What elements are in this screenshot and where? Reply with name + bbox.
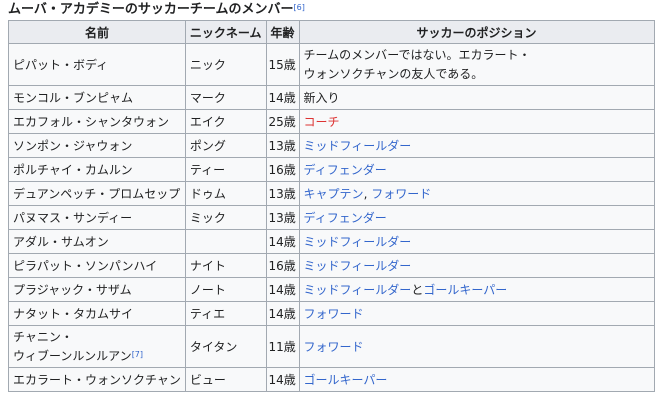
header-position: サッカーのポジション: [298, 20, 655, 44]
position-link[interactable]: フォワード: [304, 340, 364, 354]
table-row: パヌマス・サンディー ミック 13歳 ディフェンダー: [8, 205, 655, 230]
position-note-line1: チームのメンバーではない。エカラート・: [303, 47, 531, 62]
position-link[interactable]: ディフェンダー: [304, 211, 387, 225]
member-name: ナタット・タカムサイ: [8, 301, 186, 326]
name-ref-link[interactable]: [7]: [132, 350, 143, 359]
member-name: デュアンペッチ・プロムセップ: [8, 181, 186, 206]
member-name: プラジャック・サザム: [8, 277, 186, 302]
member-position: キャプテン, フォワード: [298, 181, 655, 206]
member-position: コーチ: [298, 109, 655, 134]
table-row: プラジャック・サザム ノート 14歳 ミッドフィールダーとゴールキーパー: [8, 277, 655, 302]
table-row: アダル・サムオン 14歳 ミッドフィールダー: [8, 229, 655, 254]
header-age: 年齢: [265, 20, 300, 44]
position-text: 新入り: [303, 90, 340, 105]
member-nickname: ドゥム: [184, 181, 267, 206]
table-row: ナタット・タカムサイ ティエ 14歳 フォワード: [8, 301, 655, 326]
member-age: 13歳: [265, 205, 300, 230]
member-age: 14歳: [265, 229, 300, 254]
member-age: 16歳: [265, 253, 300, 278]
position-link[interactable]: ゴールキーパー: [423, 283, 507, 297]
position-link[interactable]: ディフェンダー: [304, 163, 387, 177]
position-link[interactable]: ミッドフィールダー: [304, 259, 412, 273]
position-link[interactable]: ゴールキーパー: [304, 373, 388, 387]
member-age: 14歳: [265, 277, 300, 302]
position-link[interactable]: ミッドフィールダー: [304, 283, 412, 297]
member-position: ディフェンダー: [298, 205, 655, 230]
member-age: 13歳: [265, 133, 300, 158]
member-age: 16歳: [265, 157, 300, 182]
member-age: 14歳: [265, 301, 300, 326]
header-row: 名前 ニックネーム 年齢 サッカーのポジション: [8, 20, 655, 44]
position-note-line2: ウォンソクチャンの友人である。: [303, 66, 484, 81]
header-name: 名前: [8, 20, 186, 44]
member-nickname: ミック: [184, 205, 267, 230]
position-separator: と: [411, 282, 424, 297]
member-age: 14歳: [265, 85, 300, 110]
table-row: モンコル・ブンピャム マーク 14歳 新入り: [8, 85, 655, 110]
member-position: ディフェンダー: [298, 157, 655, 182]
position-link[interactable]: ミッドフィールダー: [304, 139, 412, 153]
member-name-line2: ウィブーンルンルアン: [13, 348, 132, 363]
table-caption: ムーバ・アカデミーのサッカーチームのメンバー[6]: [8, 0, 305, 20]
member-name: パヌマス・サンディー: [8, 205, 186, 230]
member-nickname: [184, 229, 267, 254]
member-nickname: ノート: [184, 277, 267, 302]
position-link[interactable]: ミッドフィールダー: [304, 235, 412, 249]
member-name-line1: チャニン・: [13, 329, 73, 344]
member-nickname: ティエ: [184, 301, 267, 326]
table-row: チャニン・ウィブーンルンルアン[7] タイタン 11歳 フォワード: [8, 325, 655, 368]
member-nickname: エイク: [184, 109, 267, 134]
position-link[interactable]: フォワード: [304, 307, 364, 321]
member-position: ミッドフィールダー: [298, 133, 655, 158]
member-nickname: マーク: [184, 85, 267, 110]
member-age: 25歳: [265, 109, 300, 134]
member-position: フォワード: [298, 325, 655, 368]
member-nickname: ポング: [184, 133, 267, 158]
member-name: モンコル・ブンピャム: [8, 85, 186, 110]
position-link[interactable]: キャプテン: [304, 187, 364, 201]
caption-ref-link[interactable]: [6]: [293, 3, 304, 12]
table-row: ポルチャイ・カムルン ティー 16歳 ディフェンダー: [8, 157, 655, 182]
member-position: ミッドフィールダー: [298, 229, 655, 254]
member-name: アダル・サムオン: [8, 229, 186, 254]
member-age: 14歳: [265, 367, 300, 392]
member-position: フォワード: [298, 301, 655, 326]
member-position: チームのメンバーではない。エカラート・ ウォンソクチャンの友人である。: [298, 43, 655, 86]
member-name: ピラパット・ソンパンハイ: [8, 253, 186, 278]
member-name: ポルチャイ・カムルン: [8, 157, 186, 182]
member-name: エカフォル・シャンタウォン: [8, 109, 186, 134]
member-age: 13歳: [265, 181, 300, 206]
member-nickname: ニック: [184, 43, 267, 86]
member-name: エカラート・ウォンソクチャン: [8, 367, 186, 392]
caption-text: ムーバ・アカデミーのサッカーチームのメンバー: [8, 2, 294, 17]
position-link[interactable]: フォワード: [371, 187, 431, 201]
member-name: チャニン・ウィブーンルンルアン[7]: [8, 325, 186, 368]
member-nickname: ティー: [184, 157, 267, 182]
table-row: ピパット・ボディ ニック 15歳 チームのメンバーではない。エカラート・ ウォンソ…: [8, 43, 655, 86]
page: ムーバ・アカデミーのサッカーチームのメンバー[6] 名前 ニックネーム 年齢 サ…: [0, 0, 655, 404]
member-nickname: ビュー: [184, 367, 267, 392]
member-position: ミッドフィールダー: [298, 253, 655, 278]
member-age: 11歳: [265, 325, 300, 368]
table-row: ソンポン・ジャウォン ポング 13歳 ミッドフィールダー: [8, 133, 655, 158]
member-nickname: ナイト: [184, 253, 267, 278]
position-redlink[interactable]: コーチ: [304, 115, 340, 129]
member-position: ゴールキーパー: [298, 367, 655, 392]
member-age: 15歳: [265, 43, 300, 86]
table-row: エカラート・ウォンソクチャン ビュー 14歳 ゴールキーパー: [8, 367, 655, 392]
member-nickname: タイタン: [184, 325, 267, 368]
table-row: デュアンペッチ・プロムセップ ドゥム 13歳 キャプテン, フォワード: [8, 181, 655, 206]
member-name: ピパット・ボディ: [8, 43, 186, 86]
table-row: エカフォル・シャンタウォン エイク 25歳 コーチ: [8, 109, 655, 134]
members-table: 名前 ニックネーム 年齢 サッカーのポジション ピパット・ボディ ニック 15歳…: [8, 20, 655, 392]
member-name: ソンポン・ジャウォン: [8, 133, 186, 158]
header-nickname: ニックネーム: [184, 20, 267, 44]
member-position: 新入り: [298, 85, 655, 110]
member-position: ミッドフィールダーとゴールキーパー: [298, 277, 655, 302]
table-row: ピラパット・ソンパンハイ ナイト 16歳 ミッドフィールダー: [8, 253, 655, 278]
